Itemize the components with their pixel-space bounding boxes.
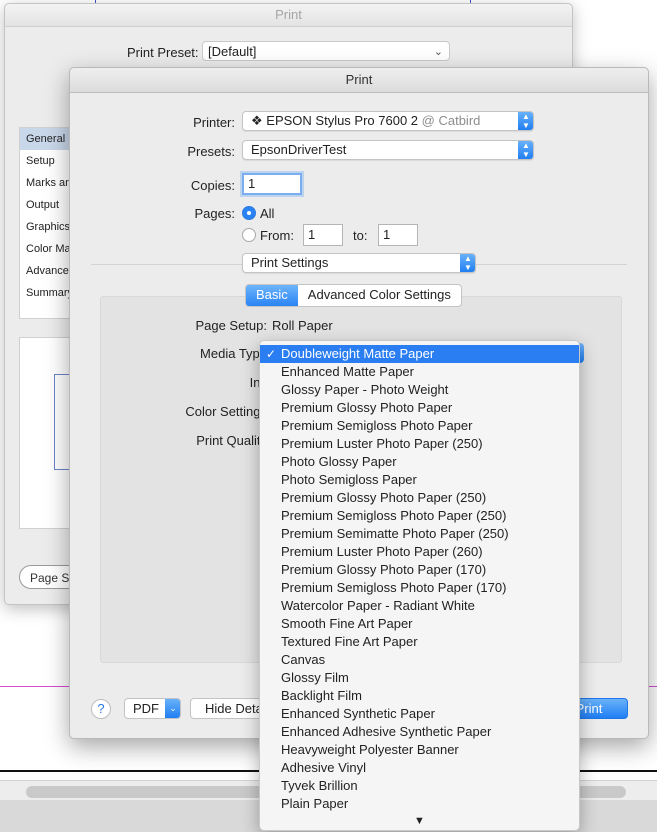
- media-type-option-label: Tyvek Brillion: [281, 778, 358, 793]
- help-button[interactable]: ?: [91, 699, 111, 719]
- media-type-option[interactable]: Premium Luster Photo Paper (250): [260, 435, 579, 453]
- media-type-option-label: Watercolor Paper - Radiant White: [281, 598, 475, 613]
- media-type-option-label: Canvas: [281, 652, 326, 667]
- media-type-option[interactable]: Enhanced Adhesive Synthetic Paper: [260, 723, 579, 741]
- media-type-option[interactable]: Enhanced Synthetic Paper: [260, 705, 579, 723]
- media-type-option[interactable]: Premium Semimatte Photo Paper (250): [260, 525, 579, 543]
- updown-arrows-icon: ▲ ▼: [518, 112, 533, 130]
- print-preset-popup[interactable]: [Default] ⌄: [202, 41, 450, 61]
- media-type-option[interactable]: Enhanced Matte Paper: [260, 363, 579, 381]
- media-type-option-label: Smooth Fine Art Paper: [281, 616, 413, 631]
- media-type-option[interactable]: Premium Luster Photo Paper (260): [260, 543, 579, 561]
- pdf-menu-button[interactable]: PDF ⌄: [124, 698, 181, 719]
- media-type-option[interactable]: Textured Fine Art Paper: [260, 633, 579, 651]
- media-type-option-label: Premium Luster Photo Paper (250): [281, 436, 483, 451]
- copies-label: Copies:: [190, 178, 235, 193]
- media-type-option[interactable]: Premium Semigloss Photo Paper (250): [260, 507, 579, 525]
- media-type-option[interactable]: Photo Semigloss Paper: [260, 471, 579, 489]
- media-type-option[interactable]: Glossy Paper - Photo Weight: [260, 381, 579, 399]
- settings-tabs: Basic Advanced Color Settings: [245, 284, 462, 307]
- print-settings-popup[interactable]: Print Settings ▲ ▼: [242, 253, 476, 273]
- media-type-menu: ✓ Doubleweight Matte Paper Enhanced Matte …: [259, 340, 580, 831]
- media-type-option-label: Premium Glossy Photo Paper (170): [281, 562, 487, 577]
- media-type-option[interactable]: Tyvek Brillion: [260, 777, 579, 795]
- pages-from-label: From:: [260, 228, 294, 243]
- media-type-option-label: Premium Semigloss Photo Paper (250): [281, 508, 507, 523]
- print-dialog-title: Print: [70, 68, 648, 93]
- media-type-option-label: Premium Semigloss Photo Paper (170): [281, 580, 507, 595]
- presets-value: EpsonDriverTest: [251, 142, 347, 157]
- color-settings-label: Color Settings: [185, 404, 267, 419]
- media-type-option-label: Textured Fine Art Paper: [281, 634, 418, 649]
- media-type-option-label: Premium Glossy Photo Paper (250): [281, 490, 487, 505]
- media-type-option-label: Backlight Film: [281, 688, 362, 703]
- printer-host: @ Catbird: [421, 113, 481, 128]
- copies-field[interactable]: 1: [242, 173, 302, 195]
- tab-advanced-color-settings[interactable]: Advanced Color Settings: [298, 285, 461, 306]
- media-type-option[interactable]: Premium Semigloss Photo Paper (170): [260, 579, 579, 597]
- pages-label: Pages:: [194, 206, 235, 221]
- scroll-down-arrow-icon[interactable]: ▼: [260, 814, 579, 828]
- media-type-option-label: Premium Semigloss Photo Paper: [281, 418, 473, 433]
- print-settings-value: Print Settings: [251, 255, 329, 270]
- media-type-option[interactable]: Backlight Film: [260, 687, 579, 705]
- pages-range-radio[interactable]: [242, 228, 256, 242]
- ink-label: Ink: [162, 375, 267, 390]
- printer-name: EPSON Stylus Pro 7600 2: [266, 113, 419, 128]
- tab-basic[interactable]: Basic: [246, 285, 298, 306]
- media-type-option-label: Plain Paper: [281, 796, 349, 811]
- media-type-option[interactable]: Watercolor Paper - Radiant White: [260, 597, 579, 615]
- presets-popup[interactable]: EpsonDriverTest ▲ ▼: [242, 140, 534, 160]
- media-type-option[interactable]: Adhesive Vinyl: [260, 759, 579, 777]
- presets-label: Presets:: [187, 144, 235, 159]
- media-type-option-label: Doubleweight Matte Paper: [281, 346, 435, 361]
- media-type-option[interactable]: Canvas: [260, 651, 579, 669]
- media-type-option[interactable]: Photo Glossy Paper: [260, 453, 579, 471]
- media-type-option[interactable]: Premium Glossy Photo Paper (250): [260, 489, 579, 507]
- pages-to-field[interactable]: 1: [378, 224, 418, 246]
- media-type-option[interactable]: Glossy Film: [260, 669, 579, 687]
- media-type-option[interactable]: ✓ Doubleweight Matte Paper: [260, 345, 579, 363]
- media-type-option[interactable]: Heavyweight Polyester Banner: [260, 741, 579, 759]
- chevron-down-icon: ⌄: [433, 46, 443, 58]
- media-type-option-label: Enhanced Matte Paper: [281, 364, 414, 379]
- pages-from-field[interactable]: 1: [303, 224, 343, 246]
- media-type-menu-list: ✓ Doubleweight Matte Paper Enhanced Matte …: [260, 345, 579, 813]
- media-type-option-label: Enhanced Synthetic Paper: [281, 706, 435, 721]
- media-type-label: Media Type: [200, 346, 267, 361]
- media-type-option[interactable]: Premium Glossy Photo Paper (170): [260, 561, 579, 579]
- printer-popup[interactable]: ❖ EPSON Stylus Pro 7600 2 @ Catbird ▲ ▼: [242, 111, 534, 131]
- checkmark-icon: ✓: [266, 347, 277, 361]
- page-setup-label: Page Setup:: [195, 318, 267, 333]
- print-preset-value: [Default]: [208, 44, 257, 59]
- media-type-option-label: Glossy Paper - Photo Weight: [281, 382, 449, 397]
- media-type-option-label: Photo Semigloss Paper: [281, 472, 417, 487]
- pages-to-label: to:: [353, 228, 368, 243]
- chevron-down-icon: ⌄: [165, 699, 180, 718]
- printer-icon: ❖: [251, 113, 263, 128]
- media-type-option-label: Glossy Film: [281, 670, 349, 685]
- media-type-option-label: Photo Glossy Paper: [281, 454, 397, 469]
- media-type-option[interactable]: Plain Paper: [260, 795, 579, 813]
- pages-all-radio[interactable]: [242, 206, 256, 220]
- print-quality-label: Print Quality: [196, 433, 267, 448]
- hide-details-button[interactable]: Hide Details: [190, 698, 270, 719]
- app-print-dialog-title: Print: [5, 4, 572, 27]
- pages-all-label: All: [260, 206, 275, 221]
- media-type-option-label: Heavyweight Polyester Banner: [281, 742, 459, 757]
- printer-label: Printer:: [193, 115, 235, 130]
- updown-arrows-icon: ▲ ▼: [518, 141, 533, 159]
- media-type-option[interactable]: Premium Semigloss Photo Paper: [260, 417, 579, 435]
- media-type-option[interactable]: Premium Glossy Photo Paper: [260, 399, 579, 417]
- media-type-option-label: Premium Glossy Photo Paper: [281, 400, 453, 415]
- media-type-option-label: Premium Luster Photo Paper (260): [281, 544, 483, 559]
- media-type-option-label: Premium Semimatte Photo Paper (250): [281, 526, 509, 541]
- updown-arrows-icon: ▲ ▼: [460, 254, 475, 272]
- print-preset-label: Print Preset:: [127, 45, 199, 60]
- media-type-option[interactable]: Smooth Fine Art Paper: [260, 615, 579, 633]
- page-setup-value: Roll Paper: [272, 318, 333, 333]
- media-type-option-label: Enhanced Adhesive Synthetic Paper: [281, 724, 492, 739]
- media-type-option-label: Adhesive Vinyl: [281, 760, 367, 775]
- pdf-label: PDF: [133, 701, 159, 716]
